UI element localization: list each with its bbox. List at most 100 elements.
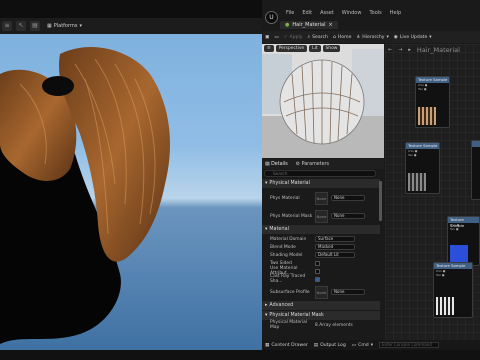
hierarchy-icon: ⋔ (356, 34, 361, 40)
cmd-dropdown[interactable]: ▭ Cmd ▾ (352, 343, 373, 348)
material-preview-viewport[interactable] (262, 44, 384, 158)
live-update-icon: ◉ (393, 34, 398, 40)
material-domain-dropdown[interactable]: Surface (315, 236, 355, 242)
texture-thumbnail (408, 173, 426, 191)
tab-hair-material[interactable]: ● Hair_Material × (280, 21, 338, 29)
console-command-input[interactable]: Enter Console Command (379, 342, 440, 348)
preview-toolbar: ≡ Perspective Lit Show (264, 45, 341, 52)
platforms-dropdown[interactable]: ▦ Platforms ▾ (44, 21, 85, 31)
asset-picker[interactable]: None (331, 289, 365, 295)
material-graph-canvas[interactable]: Texture Sample UVs ● Tex ● Texture Sampl… (385, 44, 480, 340)
viewport-options-icon[interactable]: ≡ (2, 21, 12, 31)
apply-label: Apply (289, 34, 303, 40)
asset-picker[interactable]: None (331, 213, 365, 219)
search-label: Search (312, 34, 328, 40)
two-sided-checkbox[interactable] (315, 260, 320, 266)
details-scrollbar[interactable] (379, 181, 382, 221)
save-icon: ▣ (265, 34, 270, 40)
row-physical-material-map: Physical Material Map 8 Array elements (262, 320, 380, 330)
preview-sphere (262, 44, 384, 158)
chevron-down-icon: ▾ (386, 34, 389, 40)
folder-icon: ▭ (274, 34, 279, 40)
asset-thumbnail[interactable]: None (315, 285, 328, 299)
live-update-button[interactable]: ◉ Live Update ▾ (394, 35, 432, 40)
row-label: Blend Mode (270, 244, 296, 250)
show-button[interactable]: Show (322, 45, 341, 52)
chevron-down-icon: ▾ (265, 313, 268, 318)
search-icon: ⌕ (307, 35, 311, 40)
category-physical-material-mask[interactable]: ▾ Physical Material Mask (262, 311, 380, 320)
row-material-domain: Material Domain Surface (262, 235, 380, 243)
viewport-scene[interactable] (0, 34, 262, 350)
shading-model-dropdown[interactable]: Default Lit (315, 252, 355, 258)
category-label: Advanced (269, 303, 294, 308)
perspective-button[interactable]: Perspective (275, 45, 308, 52)
parameters-icon: ⚙ (295, 161, 301, 167)
content-drawer-label: Content Drawer (271, 342, 308, 348)
apply-button[interactable]: ✓ Apply (284, 35, 303, 40)
details-panel: ▾ Physical Material Phys Material None No… (262, 179, 380, 339)
browse-button[interactable]: ▭ (274, 35, 278, 40)
menu-asset[interactable]: Asset (320, 10, 334, 16)
asset-thumbnail[interactable]: None (315, 191, 328, 205)
cmd-label: Cmd (358, 342, 369, 348)
details-search-input[interactable]: Search (264, 170, 376, 177)
back-arrow-icon[interactable]: ← (388, 47, 392, 53)
search-button[interactable]: ⌕ Search (307, 34, 328, 41)
blueprint-icon[interactable]: ▤ (30, 21, 40, 31)
chevron-down-icon: ▾ (429, 34, 432, 40)
close-icon[interactable]: × (328, 22, 332, 28)
menu-tools[interactable]: Tools (369, 10, 381, 16)
row-label: Shading Model (270, 252, 303, 258)
home-button[interactable]: ⌂ Home (333, 35, 352, 40)
forward-arrow-icon[interactable]: → (398, 47, 402, 53)
graph-title: Hair_Material (416, 46, 460, 54)
hierarchy-button[interactable]: ⋔ Hierarchy ▾ (356, 35, 388, 40)
select-mode-icon[interactable]: ↖ (16, 21, 26, 31)
cast-ray-traced-shadows-checkbox[interactable] (315, 276, 320, 282)
menu-help[interactable]: Help (390, 10, 401, 16)
platforms-label: Platforms (53, 23, 78, 29)
row-phys-material: Phys Material None None (262, 189, 380, 207)
live-update-label: Live Update (399, 34, 428, 40)
texture-sample-node[interactable]: Texture Sample UVs ● Tex ● (433, 262, 473, 318)
preview-menu-button[interactable]: ≡ (264, 45, 274, 52)
use-material-attributes-checkbox[interactable] (315, 268, 320, 274)
asset-thumbnail[interactable]: None (315, 209, 328, 223)
row-label: Cast Ray Traced Sha... (270, 274, 306, 284)
tab-details[interactable]: ▤ Details (265, 162, 288, 167)
menu-window[interactable]: Window (342, 10, 362, 16)
content-drawer-button[interactable]: ▦ Content Drawer (265, 343, 308, 348)
row-shading-model: Shading Model Default Lit (262, 251, 380, 259)
row-label: Physical Material Map (270, 320, 308, 330)
category-physical-material[interactable]: ▾ Physical Material (262, 179, 380, 188)
menu-edit[interactable]: Edit (302, 10, 312, 16)
chevron-right-icon: ▸ (408, 47, 411, 53)
home-label: Home (337, 34, 352, 40)
texture-sample-node[interactable]: Texture Sample UVs ● Tex ● (415, 76, 450, 128)
lit-button[interactable]: Lit (309, 45, 321, 52)
tab-parameters[interactable]: ⚙ Parameters (296, 162, 329, 167)
node-pin[interactable]: Tex ● (406, 153, 439, 157)
node-pin[interactable]: Tex ● (416, 87, 449, 91)
blend-mode-dropdown[interactable]: Masked (315, 244, 355, 250)
asset-picker[interactable]: None (331, 195, 365, 201)
texture-sample-node[interactable]: Texture Sample UVs ● Tex ● (405, 142, 440, 194)
search-placeholder: Search (273, 171, 288, 176)
category-label: Physical Material (269, 181, 310, 186)
texture-sample-node[interactable]: Texture Sample UVs ● Tex ● (447, 216, 480, 266)
row-blend-mode: Blend Mode Masked (262, 243, 380, 251)
node-title-partial (472, 141, 480, 147)
tab-details-label: Details (271, 161, 288, 167)
output-log-button[interactable]: ▤ Output Log (314, 343, 346, 348)
category-label: Physical Material Mask (269, 313, 324, 318)
editor-tab-bar: ● Hair_Material × (280, 20, 480, 30)
menu-file[interactable]: File (286, 10, 294, 16)
save-button[interactable]: ▣ (265, 35, 269, 40)
category-advanced[interactable]: ▸ Advanced (262, 301, 380, 310)
row-subsurface-profile: Subsurface Profile None None (262, 283, 380, 301)
texture-sample-node[interactable] (471, 140, 480, 200)
home-icon: ⌂ (332, 34, 336, 40)
node-pin[interactable]: Tex ● (434, 273, 472, 277)
category-material[interactable]: ▾ Material (262, 225, 380, 234)
